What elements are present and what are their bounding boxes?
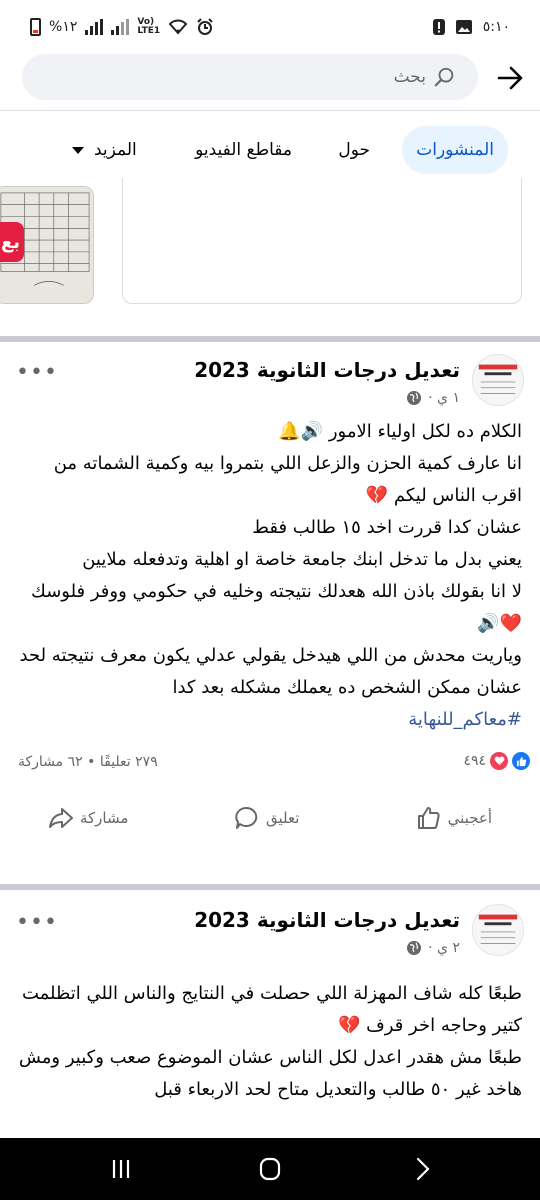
hashtag-link[interactable]: #معاكم_للنهاية (18, 704, 522, 736)
tab-videos[interactable]: مقاطع الفيديو (195, 126, 292, 174)
search-icon (434, 67, 454, 87)
post-meta: ٢ ي · (406, 940, 460, 956)
post-header: تعديل درجات الثانوية 2023 ٢ ي · ••• (0, 896, 540, 966)
tab-videos-label: مقاطع الفيديو (195, 140, 292, 160)
profile-tabs: المنشورات حول مقاطع الفيديو المزيد (0, 126, 540, 176)
comment-icon (235, 806, 258, 829)
reactions-summary[interactable]: ٤٩٤ (463, 752, 530, 770)
share-label: مشاركة (80, 809, 129, 827)
tab-about-label: حول (338, 140, 370, 160)
status-right: ٥:١٠ (432, 18, 510, 36)
comment-button[interactable]: تعليق (234, 798, 299, 838)
post-card: تعديل درجات الثانوية 2023 ١ ي · ••• الكل… (0, 346, 540, 848)
section-divider (0, 884, 540, 890)
avatar[interactable] (472, 354, 524, 406)
page-avatar-icon (473, 355, 523, 405)
gallery-icon (455, 20, 472, 34)
post-stats: ٤٩٤ ٢٧٩ تعليقًا • ٦٢ مشاركة (0, 736, 540, 790)
post-line: وياريت محدش من اللي هيدخل يقولي عدلي يكو… (19, 645, 522, 698)
post-body: الكلام ده لكل اولياء الامور 🔊🔔 انا عارف … (0, 416, 540, 736)
post-line: لا انا بقولك باذن الله هعدلك نتيجته وخلي… (31, 581, 522, 634)
featured-card-blank[interactable] (122, 178, 522, 304)
status-left: %١٢ Vo) LTE1 (30, 18, 214, 36)
post-meta: ١ ي · (406, 390, 460, 406)
battery-percent: %١٢ (49, 19, 78, 35)
system-nav-bar (0, 1138, 540, 1200)
clock: ٥:١٠ (482, 19, 510, 35)
love-reaction-icon (490, 752, 508, 770)
avatar[interactable] (472, 904, 524, 956)
share-button[interactable]: مشاركة (48, 798, 128, 838)
signal-2-icon (111, 19, 130, 35)
search-input[interactable]: بحث (22, 54, 478, 100)
post-line: انا عارف كمية الحزن والزعل اللي بتمروا ب… (53, 453, 522, 506)
tab-more[interactable]: المزيد (72, 126, 137, 174)
post-time[interactable]: ١ ي · (428, 390, 460, 406)
post-line: الكلام ده لكل اولياء الامور 🔊🔔 (278, 421, 522, 442)
status-bar: %١٢ Vo) LTE1 ٥:١٠ (0, 0, 540, 50)
post-header: تعديل درجات الثانوية 2023 ١ ي · ••• (0, 346, 540, 416)
battery-icon (30, 18, 41, 36)
more-options-icon[interactable]: ••• (16, 360, 58, 385)
page-name[interactable]: تعديل درجات الثانوية 2023 (194, 358, 460, 382)
back-arrow-icon[interactable] (496, 64, 524, 92)
signal-icon (85, 19, 104, 35)
recent-apps-icon[interactable] (106, 1156, 136, 1182)
post-line: عشان كدا قررت اخد ١٥ طالب فقط (252, 517, 522, 538)
search-header: بحث (0, 52, 540, 108)
reactions-count: ٤٩٤ (463, 753, 486, 769)
search-placeholder: بحث (393, 67, 426, 87)
post-actions: أعجبني تعليق مشاركة (0, 790, 540, 848)
post-time[interactable]: ٢ ي · (428, 940, 460, 956)
featured-strip: بع (0, 178, 540, 336)
chevron-down-icon (72, 146, 84, 154)
post-line: يعني بدل ما تدخل ابنك جامعة خاصة او اهلي… (82, 549, 522, 570)
section-divider (0, 336, 540, 342)
post-line: طبعًا مش هقدر اعدل لكل الناس عشان الموضو… (18, 1047, 522, 1100)
page-avatar-icon (473, 905, 523, 955)
globe-icon (407, 941, 422, 955)
home-icon[interactable] (255, 1156, 285, 1182)
page-name[interactable]: تعديل درجات الثانوية 2023 (194, 908, 460, 932)
more-options-icon[interactable]: ••• (16, 910, 58, 935)
featured-card-badge[interactable]: بع (0, 222, 24, 262)
post-body: طبعًا كله شاف المهزلة اللي حصلت في النتا… (0, 978, 540, 1106)
share-icon (49, 808, 73, 828)
back-icon[interactable] (408, 1156, 438, 1182)
volte-indicator: Vo) LTE1 (137, 17, 161, 36)
globe-icon (407, 391, 422, 405)
post-card: تعديل درجات الثانوية 2023 ٢ ي · ••• طبعً… (0, 896, 540, 1106)
wifi-icon (168, 19, 188, 35)
tab-posts[interactable]: المنشورات (402, 126, 508, 174)
thumbs-up-icon (417, 807, 440, 829)
alarm-icon (197, 18, 213, 35)
post-line: طبعًا كله شاف المهزلة اللي حصلت في النتا… (21, 983, 522, 1036)
tab-more-label: المزيد (94, 140, 137, 160)
alert-icon (432, 19, 445, 35)
comment-label: تعليق (266, 809, 300, 827)
tab-posts-label: المنشورات (416, 140, 494, 160)
tab-about[interactable]: حول (338, 126, 370, 174)
like-label: أعجبني (447, 809, 492, 827)
header-divider (0, 110, 540, 111)
comments-shares-count[interactable]: ٢٧٩ تعليقًا • ٦٢ مشاركة (18, 754, 158, 770)
like-reaction-icon (512, 752, 530, 770)
like-button[interactable]: أعجبني (416, 798, 492, 838)
